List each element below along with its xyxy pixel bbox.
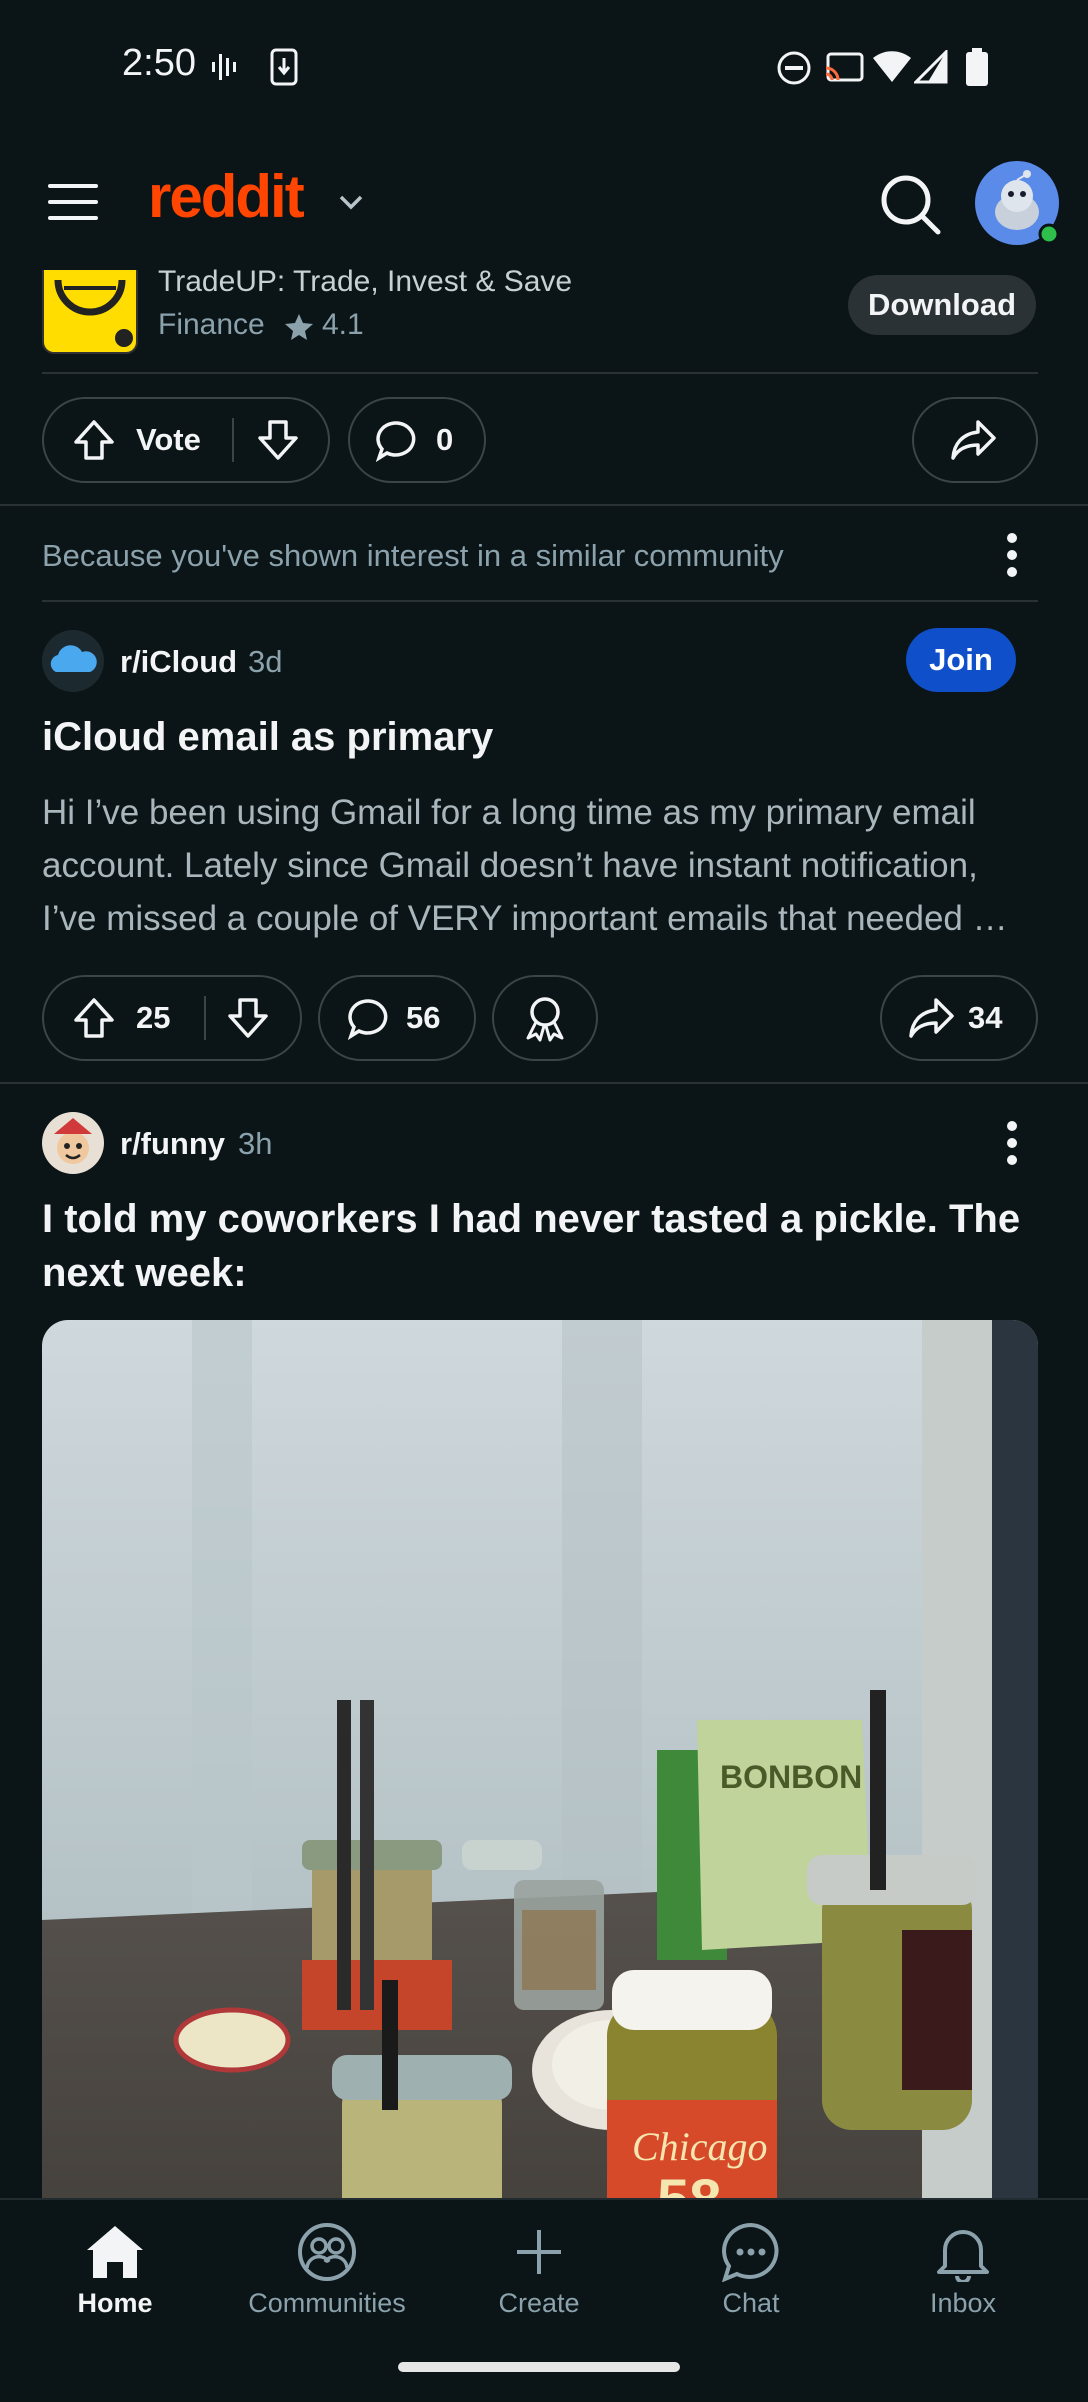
award-icon: [526, 997, 564, 1042]
dnd-icon: [777, 51, 811, 85]
nav-label: Create: [498, 2288, 580, 2318]
cast-icon: [825, 52, 864, 82]
more-options-icon[interactable]: [1000, 532, 1024, 578]
nav-chat[interactable]: Chat: [651, 2222, 851, 2319]
signal-icon: [914, 50, 948, 84]
subreddit-name[interactable]: r/iCloud: [120, 644, 237, 680]
nav-label: Home: [77, 2288, 153, 2318]
post-age: 3d: [248, 644, 283, 679]
voice-wave-icon: [212, 54, 236, 80]
bag-brand-text: BONBON: [720, 1759, 862, 1795]
nav-inbox[interactable]: Inbox: [863, 2222, 1063, 2319]
vote-separator: [204, 996, 206, 1040]
plus-icon: [517, 2230, 561, 2274]
subreddit-icon-icloud[interactable]: [42, 630, 104, 692]
comment-icon: [348, 999, 388, 1040]
nav-label: Communities: [248, 2288, 406, 2318]
status-bar: 2:50: [0, 0, 1088, 130]
comment-count: 0: [436, 422, 454, 457]
battery-icon: [966, 48, 988, 86]
jar-brand-text: Chicago: [632, 2124, 768, 2169]
ad-category: Finance: [158, 308, 265, 341]
share-count: 34: [968, 1000, 1003, 1035]
upvote-icon[interactable]: [72, 996, 116, 1040]
nav-create[interactable]: Create: [439, 2222, 639, 2319]
ad-title[interactable]: TradeUP: Trade, Invest & Save: [158, 265, 572, 299]
vote-separator: [232, 418, 234, 462]
vote-label: Vote: [136, 422, 201, 457]
search-icon[interactable]: [880, 174, 942, 236]
post-title[interactable]: iCloud email as primary: [42, 710, 1038, 764]
downvote-icon[interactable]: [256, 418, 300, 462]
section-divider: [0, 504, 1088, 506]
comments-button[interactable]: [318, 975, 476, 1061]
post-body[interactable]: Hi I’ve been using Gmail for a long time…: [42, 786, 1038, 945]
section-divider: [0, 1082, 1088, 1084]
avatar[interactable]: [974, 160, 1060, 246]
bell-icon: [937, 2230, 989, 2282]
status-time: 2:50: [122, 42, 196, 84]
post-age: 3h: [238, 1126, 273, 1161]
subreddit-icon-funny[interactable]: [42, 1112, 104, 1174]
chat-icon: [721, 2222, 779, 2282]
upvote-count: 25: [136, 1000, 171, 1035]
ad-rating: 4.1: [322, 308, 364, 341]
divider: [42, 372, 1038, 374]
reddit-logo[interactable]: reddit: [148, 162, 305, 231]
downvote-icon[interactable]: [226, 996, 270, 1040]
wifi-icon: [873, 51, 911, 82]
communities-icon: [298, 2223, 356, 2281]
share-icon: [951, 420, 996, 460]
upvote-icon[interactable]: [72, 418, 116, 462]
download-button[interactable]: Download: [848, 275, 1036, 335]
divider: [42, 600, 1038, 602]
share-icon: [909, 998, 954, 1038]
home-indicator[interactable]: [398, 2362, 680, 2372]
share-button[interactable]: [880, 975, 1038, 1061]
post-title[interactable]: I told my coworkers I had never tasted a…: [42, 1192, 1038, 1300]
subreddit-name[interactable]: r/funny: [120, 1126, 225, 1162]
comment-icon: [376, 421, 416, 462]
home-icon: [87, 2226, 143, 2278]
chevron-down-icon[interactable]: [338, 194, 364, 212]
nav-label: Chat: [722, 2288, 780, 2318]
ad-app-icon[interactable]: [42, 270, 138, 354]
more-options-icon[interactable]: [1000, 1120, 1024, 1166]
recommendation-reason: Because you've shown interest in a simil…: [42, 538, 784, 573]
join-button[interactable]: Join: [906, 628, 1016, 692]
nav-communities[interactable]: Communities: [227, 2222, 427, 2319]
menu-icon[interactable]: [48, 184, 98, 220]
nav-label: Inbox: [929, 2288, 997, 2318]
nav-home[interactable]: Home: [15, 2222, 215, 2319]
comment-count: 56: [406, 1000, 441, 1035]
download-status-icon: [270, 48, 298, 86]
star-icon: [285, 314, 313, 340]
